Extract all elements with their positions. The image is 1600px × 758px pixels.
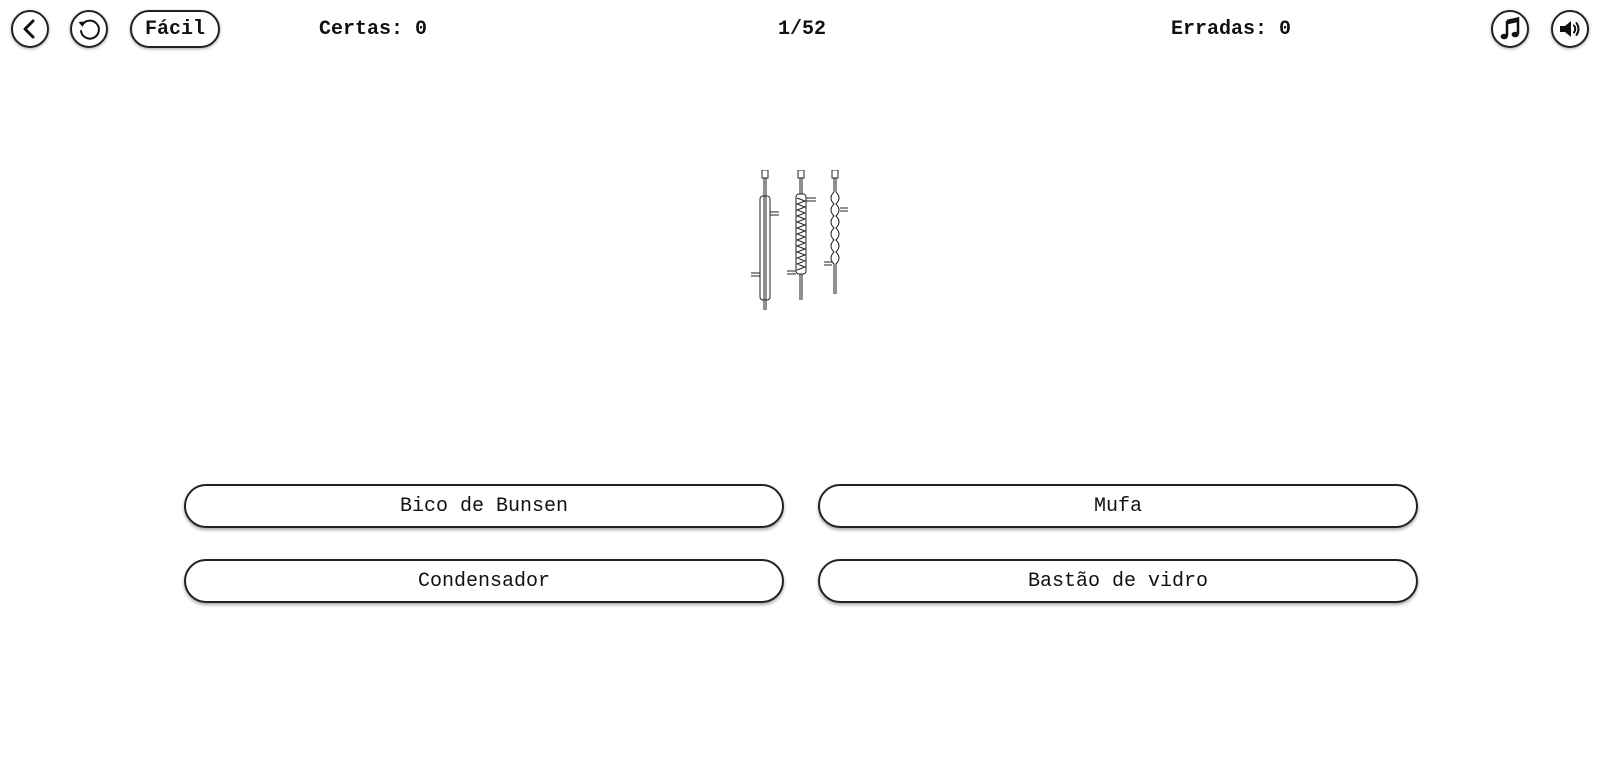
speaker-icon [1560, 21, 1580, 37]
bulb-condenser-drawing [824, 170, 848, 294]
answer-option-condensador[interactable]: Condensador [184, 559, 784, 603]
question-progress: 1/52 [778, 18, 827, 41]
condenser-glassware-illustration [751, 170, 848, 310]
wrong-count: Erradas: 0 [1171, 18, 1292, 41]
chevron-left-icon [23, 19, 35, 39]
back-button[interactable] [11, 10, 49, 48]
answer-option-bastao-de-vidro[interactable]: Bastão de vidro [818, 559, 1418, 603]
answer-option-mufa[interactable]: Mufa [818, 484, 1418, 528]
music-note-icon [1500, 17, 1520, 40]
coil-condenser-drawing [787, 170, 816, 300]
sound-toggle-button[interactable] [1551, 10, 1589, 48]
restart-icon [78, 19, 100, 40]
restart-button[interactable] [70, 10, 108, 48]
liebig-condenser-drawing [751, 170, 779, 310]
answer-option-bico-de-bunsen[interactable]: Bico de Bunsen [184, 484, 784, 528]
difficulty-button[interactable]: Fácil [130, 10, 220, 48]
correct-count: Certas: 0 [319, 18, 428, 41]
music-toggle-button[interactable] [1491, 10, 1529, 48]
